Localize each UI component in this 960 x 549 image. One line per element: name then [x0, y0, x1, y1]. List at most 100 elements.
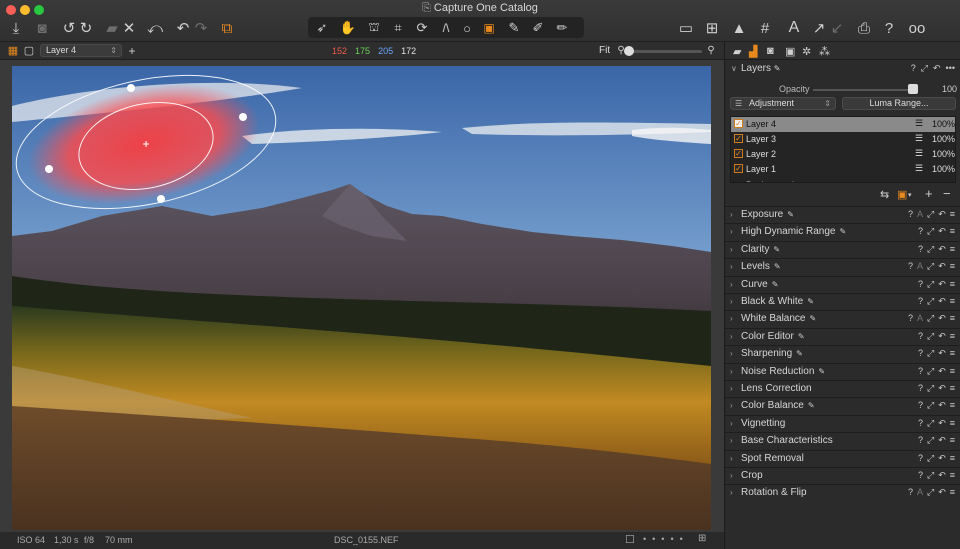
crop-icon[interactable]: ⌗ [390, 19, 406, 37]
layer-enabled-checkbox[interactable]: ✓ [734, 119, 743, 128]
reset-icon[interactable]: ↶ [938, 331, 946, 342]
mask-tool-icon[interactable]: ▣ [482, 19, 496, 37]
help-icon[interactable]: ? [918, 244, 923, 255]
copy-apply-icon[interactable]: ⤢ [927, 400, 934, 411]
help-icon[interactable]: ? [918, 418, 923, 429]
copy-apply-icon[interactable]: ⤢ [927, 279, 934, 290]
mask-icon[interactable]: ▣ [897, 188, 907, 201]
copy-apply-icon[interactable]: ⤢ [927, 209, 934, 220]
help-icon[interactable]: ? [918, 383, 923, 394]
help-icon[interactable]: ? [908, 261, 913, 272]
layer-row[interactable]: ✓ Layer 4 ☰ 100% [731, 117, 955, 132]
adjustment-dropdown[interactable]: ☰ Adjustment ⇕ [730, 97, 836, 110]
checkbox-icon[interactable]: ☐ [625, 533, 635, 546]
layer-enabled-checkbox[interactable]: ✓ [734, 164, 743, 173]
keystone-icon[interactable]: /\ [438, 19, 454, 37]
chevron-down-icon[interactable]: ▾ [908, 191, 912, 199]
reset-icon[interactable]: ↶ [938, 418, 946, 429]
tool-row[interactable]: › Clarity ✎? ⤢ ↶ ≡ [725, 240, 960, 258]
pan-icon[interactable]: ✋ [340, 19, 356, 37]
tool-row[interactable]: › Color Balance ✎? ⤢ ↶ ≡ [725, 397, 960, 415]
zoom-slider-knob[interactable] [624, 46, 634, 56]
auto-icon[interactable]: A [917, 313, 923, 324]
reset-icon[interactable]: ↶ [938, 435, 946, 446]
folder-icon[interactable]: ▰ [104, 19, 120, 37]
swap-icon[interactable]: ⇆ [880, 188, 889, 201]
delete-icon[interactable]: ✕ [122, 19, 136, 37]
reset-icon[interactable]: ↶ [938, 296, 946, 307]
edit-icon[interactable]: ▭ [678, 19, 694, 37]
picker-icon[interactable]: ✐ [530, 19, 546, 37]
remove-layer-icon[interactable]: − [943, 186, 951, 201]
import-arrow-icon[interactable]: ↙ [829, 19, 845, 37]
tool-row[interactable]: › High Dynamic Range ✎? ⤢ ↶ ≡ [725, 223, 960, 241]
auto-icon[interactable]: A [917, 261, 923, 272]
layer-sliders-icon[interactable]: ☰ [915, 163, 923, 174]
reset-icon[interactable]: ↶ [938, 383, 946, 394]
reset-icon[interactable]: ↶ [933, 63, 941, 74]
glasses-icon[interactable]: oo [905, 19, 929, 37]
layer-row[interactable]: ✓ Layer 3 ☰ 100% [731, 132, 955, 147]
presets-icon[interactable]: ≡ [950, 487, 955, 498]
presets-icon[interactable]: ≡ [950, 244, 955, 255]
zoom-slider[interactable] [630, 50, 702, 53]
presets-icon[interactable]: ≡ [950, 435, 955, 446]
settings-tab-icon[interactable]: ✲ [802, 45, 811, 58]
reset-icon[interactable]: ↶ [938, 226, 946, 237]
capture-pilot-icon[interactable]: ⛫ [366, 19, 382, 37]
rotate-right-icon[interactable]: ↻ [79, 19, 93, 37]
tool-row[interactable]: › Exposure ✎? A ⤢ ↶ ≡ [725, 206, 960, 223]
presets-icon[interactable]: ≡ [950, 348, 955, 359]
copy-apply-icon[interactable]: ⤢ [927, 296, 934, 307]
camera-icon[interactable]: ◙ [34, 19, 50, 37]
presets-icon[interactable]: ≡ [950, 313, 955, 324]
reset-icon[interactable]: ↶ [938, 261, 946, 272]
photo[interactable] [12, 66, 711, 530]
layer-sliders-icon[interactable]: ☰ [915, 148, 923, 159]
tool-row[interactable]: › Crop? ⤢ ↶ ≡ [725, 467, 960, 484]
tool-row[interactable]: › Rotation & Flip? A ⤢ ↶ ≡ [725, 484, 960, 502]
reset-icon[interactable]: ↶ [938, 348, 946, 359]
grid-view-icon[interactable]: ⊞ [698, 533, 706, 544]
pointer-icon[interactable]: ➶ [314, 19, 330, 37]
help-icon[interactable]: ? [918, 470, 923, 481]
redo-icon[interactable]: ↷ [194, 19, 208, 37]
grid-icon[interactable]: # [757, 19, 773, 37]
presets-icon[interactable]: ≡ [950, 331, 955, 342]
copy-apply-icon[interactable]: ⤢ [927, 470, 934, 481]
tool-row[interactable]: › White Balance ✎? A ⤢ ↶ ≡ [725, 310, 960, 328]
tool-row[interactable]: › Spot Removal? ⤢ ↶ ≡ [725, 449, 960, 467]
print-icon[interactable]: ⎙ [856, 19, 872, 37]
import-icon[interactable]: ⤓ [8, 19, 24, 37]
presets-icon[interactable]: ≡ [950, 261, 955, 272]
help-icon[interactable]: ? [918, 453, 923, 464]
reset-icon[interactable]: ↶ [938, 209, 946, 220]
add-layer-icon[interactable]: + [925, 186, 933, 201]
copy-apply-icon[interactable]: ⤢ [927, 366, 934, 377]
help-icon[interactable]: ? [918, 366, 923, 377]
copy-apply-icon[interactable]: ⤢ [927, 435, 934, 446]
spot-removal-icon[interactable]: ○ [460, 19, 474, 37]
layer-sliders-icon[interactable]: ☰ [915, 133, 923, 144]
tool-row[interactable]: › Noise Reduction ✎? ⤢ ↶ ≡ [725, 362, 960, 380]
image-viewer[interactable] [0, 60, 724, 532]
layer-enabled-checkbox[interactable]: ✓ [734, 149, 743, 158]
help-icon[interactable]: ? [908, 209, 913, 220]
presets-icon[interactable]: ≡ [950, 279, 955, 290]
opacity-slider[interactable] [813, 89, 915, 91]
tool-row[interactable]: › Curve ✎? ⤢ ↶ ≡ [725, 275, 960, 293]
multi-view-icon[interactable]: ▦ [7, 44, 19, 57]
layer-row[interactable]: Background [731, 177, 955, 182]
presets-icon[interactable]: ≡ [950, 418, 955, 429]
reset-icon[interactable]: ↶ [938, 453, 946, 464]
help-icon[interactable]: ? [908, 487, 913, 498]
reset-icon[interactable]: ↶ [938, 244, 946, 255]
warning-icon[interactable]: ▲ [731, 19, 747, 37]
help-icon[interactable]: ? [918, 348, 923, 359]
auto-icon[interactable]: A [917, 209, 923, 220]
add-layer-icon[interactable]: + [126, 44, 138, 58]
copy-apply-icon[interactable]: ⤢ [927, 313, 934, 324]
back-icon[interactable]: ⤺ [147, 19, 163, 37]
presets-icon[interactable]: ≡ [950, 470, 955, 481]
copy-apply-icon[interactable]: ⤢ [927, 331, 934, 342]
